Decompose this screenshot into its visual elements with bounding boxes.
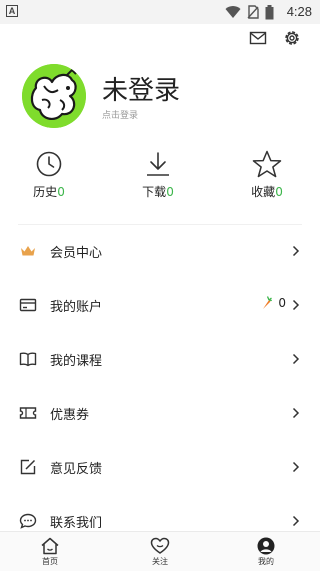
mail-icon[interactable] (248, 28, 268, 48)
menu-item-label: 会员中心 (50, 246, 103, 261)
account-balance-value: 0 (278, 296, 286, 310)
menu-item-label: 优惠券 (50, 408, 90, 423)
nav-home-label: 首页 (42, 557, 58, 566)
menu-item-label: 我的账户 (50, 300, 103, 315)
menu-item-feedback[interactable]: 意见反馈 (0, 440, 320, 494)
status-bar: A 4:28 (0, 0, 320, 24)
wallet-card-icon (19, 298, 37, 312)
chevron-right-icon (292, 353, 300, 365)
menu-item-label: 联系我们 (50, 516, 103, 531)
chevron-right-icon (292, 299, 300, 311)
battery-icon (265, 4, 274, 19)
stat-history-label: 历史0 (33, 185, 65, 199)
settings-gear-icon[interactable] (282, 28, 302, 48)
no-sim-icon (247, 5, 259, 19)
menu-item-coupons[interactable]: 优惠券 (0, 386, 320, 440)
bunny-avatar-icon (22, 64, 86, 128)
chevron-right-icon (292, 515, 300, 527)
stat-favorites[interactable]: 收藏0 (227, 150, 307, 200)
stat-favorites-count: 0 (275, 185, 283, 199)
chevron-right-icon (292, 461, 300, 473)
avatar[interactable] (22, 64, 86, 128)
coupon-icon (19, 407, 37, 419)
stat-download-label: 下载0 (142, 185, 174, 199)
menu-item-label: 我的课程 (50, 354, 103, 369)
star-icon (252, 150, 282, 178)
header-actions (248, 28, 302, 48)
login-subtitle[interactable]: 点击登录 (102, 108, 138, 121)
nav-mine[interactable]: 我的 (236, 537, 296, 567)
nav-follow[interactable]: 关注 (130, 537, 190, 567)
nav-mine-label: 我的 (258, 557, 274, 566)
download-icon (147, 152, 169, 176)
clock-icon (36, 151, 62, 177)
login-title[interactable]: 未登录 (102, 70, 180, 107)
nav-follow-label: 关注 (152, 557, 168, 566)
status-icons (225, 4, 274, 20)
stat-history[interactable]: 历史0 (9, 150, 89, 200)
status-time: 4:28 (286, 4, 312, 19)
stats-row: 历史0 下载0 收藏0 (0, 150, 320, 206)
app-notification-icon: A (6, 5, 18, 17)
home-icon (41, 537, 59, 555)
chevron-right-icon (292, 245, 300, 257)
book-icon (19, 352, 37, 367)
chevron-right-icon (292, 407, 300, 419)
wifi-icon (225, 6, 241, 19)
crown-icon (21, 246, 35, 256)
nav-home[interactable]: 首页 (20, 537, 80, 567)
bottom-nav: 首页 关注 我的 (0, 531, 320, 571)
chat-bubble-icon (19, 513, 37, 529)
carrot-icon (263, 296, 273, 309)
menu-item-vip-center[interactable]: 会员中心 (0, 224, 320, 278)
stat-favorites-label: 收藏0 (251, 185, 283, 199)
account-balance: 0 (260, 296, 286, 310)
edit-icon (20, 459, 36, 475)
stat-download-count: 0 (166, 185, 174, 199)
heart-icon (150, 537, 170, 554)
menu-item-my-courses[interactable]: 我的课程 (0, 332, 320, 386)
user-avatar-icon (257, 537, 275, 555)
stat-download[interactable]: 下载0 (118, 150, 198, 200)
stat-history-count: 0 (57, 185, 65, 199)
menu-item-label: 意见反馈 (50, 462, 103, 477)
menu-list: 会员中心 我的账户 0 我的课程 优惠券 意见反馈 联系我们 (0, 224, 320, 548)
menu-item-my-account[interactable]: 我的账户 0 (0, 278, 320, 332)
